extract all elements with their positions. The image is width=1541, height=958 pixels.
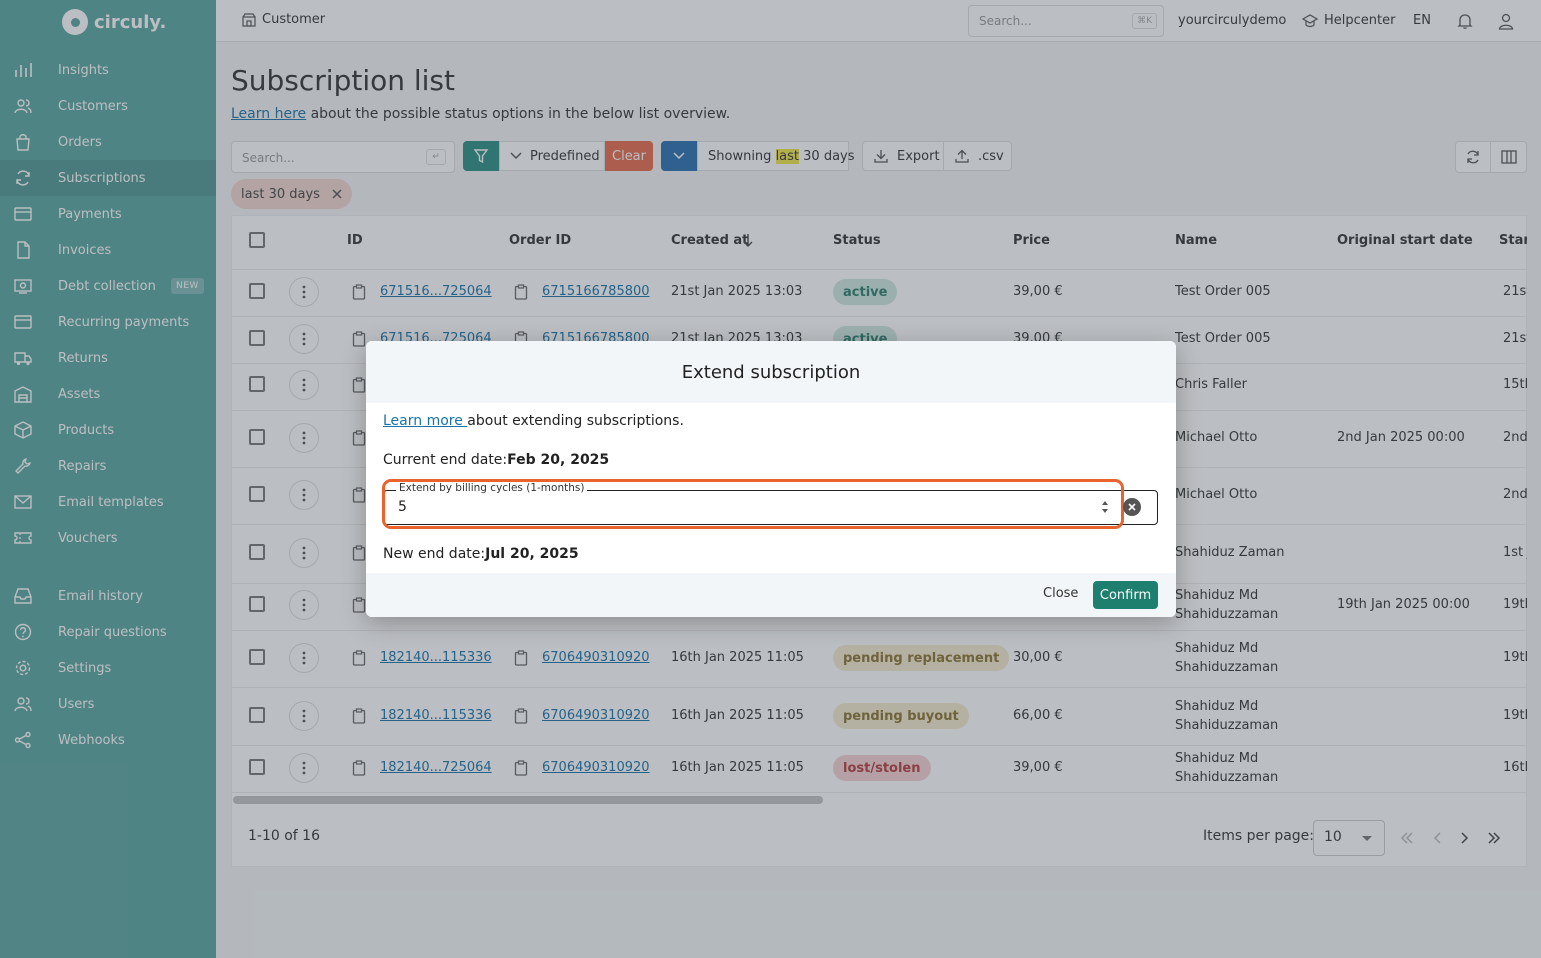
confirm-button[interactable]: Confirm [1093,581,1158,609]
close-icon [1128,503,1136,511]
new-end-date-label: New end date: [383,546,486,562]
dialog-help-text: Learn more about extending subscriptions… [383,413,684,429]
current-end-date: Current end date:Feb 20, 2025 [383,452,609,468]
new-end-date-value: Jul 20, 2025 [485,546,579,562]
number-spinner-icon[interactable] [1100,498,1110,516]
extend-subscription-dialog: Extend subscription Learn more about ext… [366,341,1176,617]
learn-more-link[interactable]: Learn more [383,413,467,429]
billing-cycles-input[interactable] [383,490,1158,525]
current-end-date-value: Feb 20, 2025 [507,452,610,468]
billing-cycles-value[interactable]: 5 [398,499,407,515]
clear-input-button[interactable] [1123,498,1141,516]
current-end-date-label: Current end date: [383,452,508,468]
close-button[interactable]: Close [1043,586,1078,601]
help-text-rest: about extending subscriptions. [467,413,684,429]
billing-cycles-label: Extend by billing cycles (1-months) [396,482,588,494]
dialog-title: Extend subscription [366,341,1176,403]
new-end-date: New end date:Jul 20, 2025 [383,546,579,562]
